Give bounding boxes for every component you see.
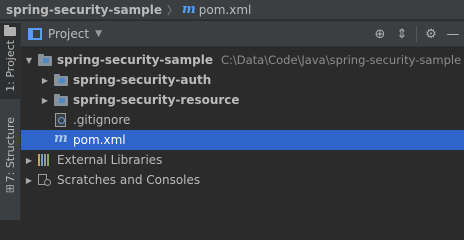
tree-item-label: Scratches and Consoles: [57, 173, 201, 187]
tree-item-external-libraries[interactable]: ▶ External Libraries: [21, 150, 464, 170]
tree-item-label: spring-security-auth: [73, 73, 212, 87]
tree-item-label: spring-security-resource: [73, 93, 240, 107]
breadcrumb-file[interactable]: pom.xml: [199, 3, 252, 17]
tree-item-file-selected[interactable]: m pom.xml: [21, 130, 464, 150]
toolbar-divider: [416, 26, 417, 42]
tree-item-label: .gitignore: [73, 113, 131, 127]
maven-file-icon: m: [54, 131, 68, 146]
collapse-all-icon[interactable]: ⇕: [391, 21, 413, 47]
folder-icon: [4, 25, 16, 36]
collapsed-arrow-icon[interactable]: ▶: [39, 76, 51, 85]
locate-file-icon[interactable]: ⊕: [369, 21, 391, 47]
navigation-bar: spring-security-sample 〉 m pom.xml: [0, 0, 464, 20]
structure-icon: ⊞: [5, 182, 15, 196]
tree-item-label: spring-security-sample: [57, 53, 213, 67]
collapsed-arrow-icon[interactable]: ▶: [23, 176, 35, 185]
tree-item-root[interactable]: ▼ spring-security-sample C:\Data\Code\Ja…: [21, 50, 464, 70]
project-view-selector[interactable]: Project: [48, 27, 89, 41]
scratches-icon: [37, 174, 53, 186]
collapsed-arrow-icon[interactable]: ▶: [39, 96, 51, 105]
tool-tab-structure-label: 7: Structure: [3, 117, 17, 183]
tree-item-file[interactable]: .gitignore: [21, 110, 464, 130]
expanded-arrow-icon[interactable]: ▼: [23, 56, 35, 65]
breadcrumb-project[interactable]: spring-security-sample: [6, 3, 162, 17]
caret-down-icon[interactable]: ▼: [95, 29, 102, 39]
gitignore-file-icon: [53, 113, 69, 127]
tree-item-label: pom.xml: [73, 133, 126, 147]
project-view-icon: [28, 27, 42, 40]
breadcrumb-separator: 〉: [166, 3, 178, 17]
tree-item-module[interactable]: ▶ spring-security-resource: [21, 90, 464, 110]
tool-tab-structure[interactable]: 7: Structure ⊞: [0, 117, 20, 207]
tree-item-module[interactable]: ▶ spring-security-auth: [21, 70, 464, 90]
module-folder-icon: [53, 74, 69, 86]
project-panel-header: Project ▼ ⊕ ⇕ ⚙ —: [21, 21, 464, 47]
tool-tab-project[interactable]: 1: Project: [0, 23, 20, 99]
tool-tab-project-label: 1: Project: [3, 40, 17, 92]
collapsed-arrow-icon[interactable]: ▶: [23, 156, 35, 165]
module-folder-icon: [53, 94, 69, 106]
library-icon: [37, 154, 53, 166]
tree-item-scratches[interactable]: ▶ Scratches and Consoles: [21, 170, 464, 190]
maven-m-icon: m: [181, 2, 196, 17]
gear-icon[interactable]: ⚙: [420, 21, 442, 47]
panel-toolbar: ⊕ ⇕ ⚙ —: [369, 21, 464, 47]
tree-item-path: C:\Data\Code\Java\spring-security-sample: [220, 53, 462, 67]
hide-panel-icon[interactable]: —: [442, 21, 464, 47]
left-tool-stripe: 1: Project 7: Structure ⊞: [0, 21, 21, 220]
tree-item-label: External Libraries: [57, 153, 163, 167]
module-folder-icon: [37, 54, 53, 66]
